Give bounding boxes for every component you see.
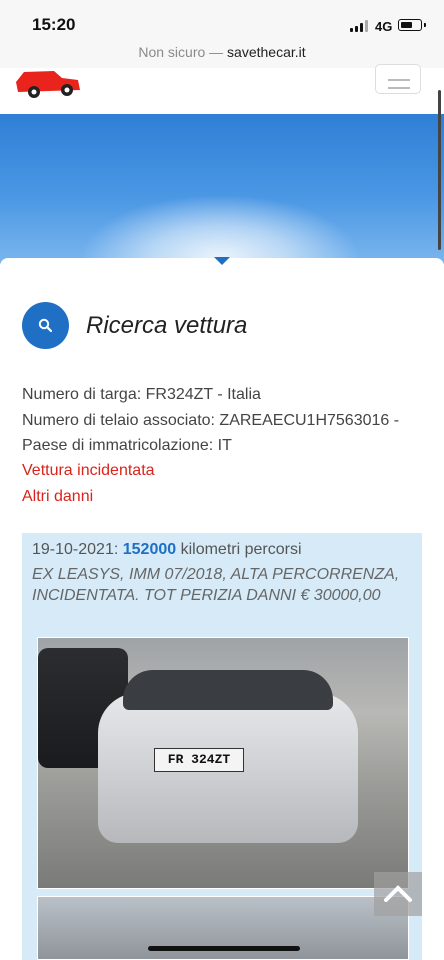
home-indicator[interactable] bbox=[148, 946, 300, 951]
insecure-label: Non sicuro bbox=[138, 44, 206, 60]
menu-button[interactable] bbox=[375, 64, 421, 94]
site-header bbox=[0, 64, 444, 115]
record-description: EX LEASYS, IMM 07/2018, ALTA PERCORRENZA… bbox=[32, 566, 400, 604]
status-bar: 15:20 4G bbox=[0, 0, 444, 48]
record-km: 152000 bbox=[122, 541, 177, 558]
hero-notch bbox=[214, 257, 230, 265]
plate-number-line: Numero di targa: FR324ZT - Italia bbox=[22, 386, 261, 403]
record-header: 19-10-2021: 152000 kilometri percorsi bbox=[32, 541, 302, 559]
record-km-suffix: kilometri percorsi bbox=[180, 541, 302, 558]
car-rear-window bbox=[123, 670, 333, 710]
chevron-up-icon bbox=[384, 885, 412, 902]
site-logo[interactable] bbox=[14, 68, 84, 98]
damaged-flag: Vettura incidentata bbox=[22, 462, 155, 479]
page-title: Ricerca vettura bbox=[86, 312, 248, 339]
vin-line: Numero di telaio associato: ZAREAECU1H75… bbox=[22, 412, 400, 429]
page-scrollbar[interactable] bbox=[438, 90, 441, 250]
network-label: 4G bbox=[375, 19, 393, 34]
record-date: 19-10-2021 bbox=[32, 541, 114, 558]
clock: 15:20 bbox=[32, 15, 76, 34]
car-photo[interactable]: FR 324ZT bbox=[37, 637, 409, 889]
license-plate: FR 324ZT bbox=[154, 748, 244, 772]
country-line: Paese di immatricolazione: IT bbox=[22, 437, 232, 454]
scroll-to-top-button[interactable] bbox=[374, 872, 422, 916]
hero-banner bbox=[0, 114, 444, 264]
record-colon: : bbox=[113, 541, 119, 558]
other-damage-flag: Altri danni bbox=[22, 488, 94, 505]
signal-icon bbox=[350, 20, 370, 32]
history-record: 19-10-2021: 152000 kilometri percorsi EX… bbox=[22, 533, 422, 960]
battery-icon bbox=[398, 19, 426, 31]
search-icon bbox=[22, 302, 69, 349]
address-separator: — bbox=[209, 44, 224, 60]
cloud-decoration bbox=[80, 194, 360, 264]
domain-label: savethecar.it bbox=[227, 44, 306, 60]
